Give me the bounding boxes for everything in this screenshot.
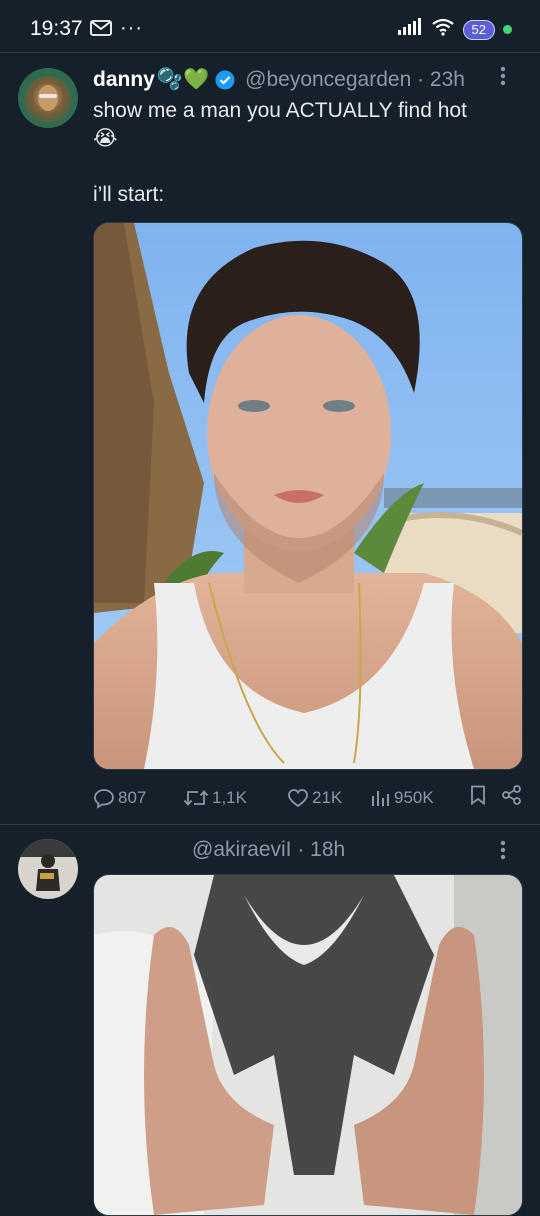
reply-icon: [93, 787, 115, 809]
more-icon[interactable]: [500, 840, 506, 860]
display-name[interactable]: danny: [93, 68, 155, 92]
retweet-button[interactable]: 1,1K: [183, 787, 287, 809]
divider: [0, 52, 540, 53]
retweet-icon: [183, 787, 209, 809]
tweet-actions: 807 1,1K 21K 950K: [93, 784, 523, 811]
tweet-photo[interactable]: [93, 874, 523, 1216]
more-notifications-icon: ···: [120, 17, 143, 39]
like-count: 21K: [312, 787, 343, 807]
share-icon[interactable]: [501, 784, 523, 811]
tweet-text-line1: show me a man you ACTUALLY find hot: [93, 99, 467, 122]
tweet-handle[interactable]: @akiraeviI · 18h: [192, 838, 345, 862]
tweet-text: show me a man you ACTUALLY find hot 😭 i’…: [93, 97, 518, 209]
reply-count: 807: [118, 787, 147, 807]
bookmark-icon[interactable]: [467, 784, 489, 811]
avatar[interactable]: [18, 839, 78, 899]
tweet-text-line2: i’ll start:: [93, 183, 165, 206]
avatar[interactable]: [18, 68, 78, 128]
name-emoji: 🫧💚: [156, 68, 210, 91]
more-icon[interactable]: [500, 66, 506, 86]
retweet-count: 1,1K: [212, 787, 247, 807]
tweet-header: danny 🫧💚 @beyoncegarden · 23h: [93, 68, 465, 92]
like-icon: [287, 787, 309, 809]
status-time: 19:37: [30, 17, 83, 40]
mail-icon: [90, 20, 112, 41]
signal-icon: [397, 18, 423, 41]
battery-icon: 52: [462, 19, 495, 40]
views-count: 950K: [394, 787, 434, 807]
views-button[interactable]: 950K: [369, 787, 463, 809]
tweet-text-emoji: 😭: [93, 127, 118, 150]
verified-icon: [215, 70, 235, 90]
reply-button[interactable]: 807: [93, 787, 165, 809]
tweet-header: @akiraeviI · 18h: [192, 838, 345, 862]
views-icon: [369, 787, 391, 809]
privacy-indicator: [503, 25, 512, 34]
like-button[interactable]: 21K: [287, 787, 367, 809]
status-right: 52: [397, 18, 512, 41]
divider: [0, 824, 540, 825]
status-bar: 19:37 ··· 52: [0, 0, 540, 58]
wifi-icon: [431, 18, 455, 41]
tweet-photo[interactable]: [93, 222, 523, 770]
tweet-handle[interactable]: @beyoncegarden · 23h: [245, 68, 465, 92]
